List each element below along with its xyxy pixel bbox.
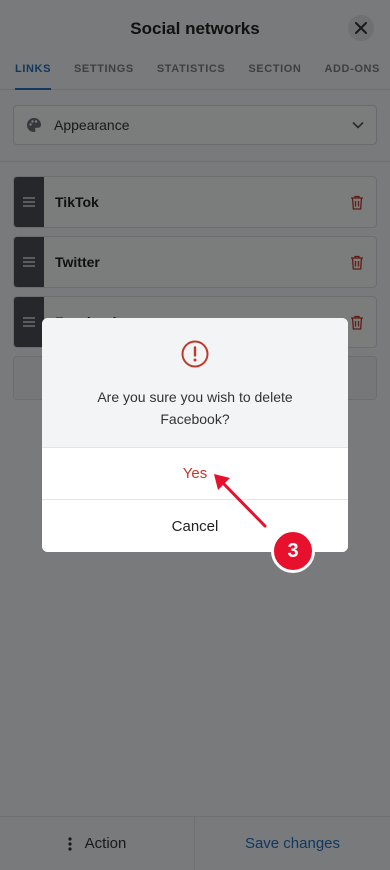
dialog-body: Are you sure you wish to delete Facebook…: [42, 318, 348, 448]
warning-icon: [181, 340, 209, 368]
confirm-delete-dialog: Are you sure you wish to delete Facebook…: [42, 318, 348, 552]
step-badge: 3: [271, 529, 315, 573]
dialog-message: Are you sure you wish to delete Facebook…: [97, 389, 293, 427]
yes-button[interactable]: Yes: [42, 448, 348, 500]
